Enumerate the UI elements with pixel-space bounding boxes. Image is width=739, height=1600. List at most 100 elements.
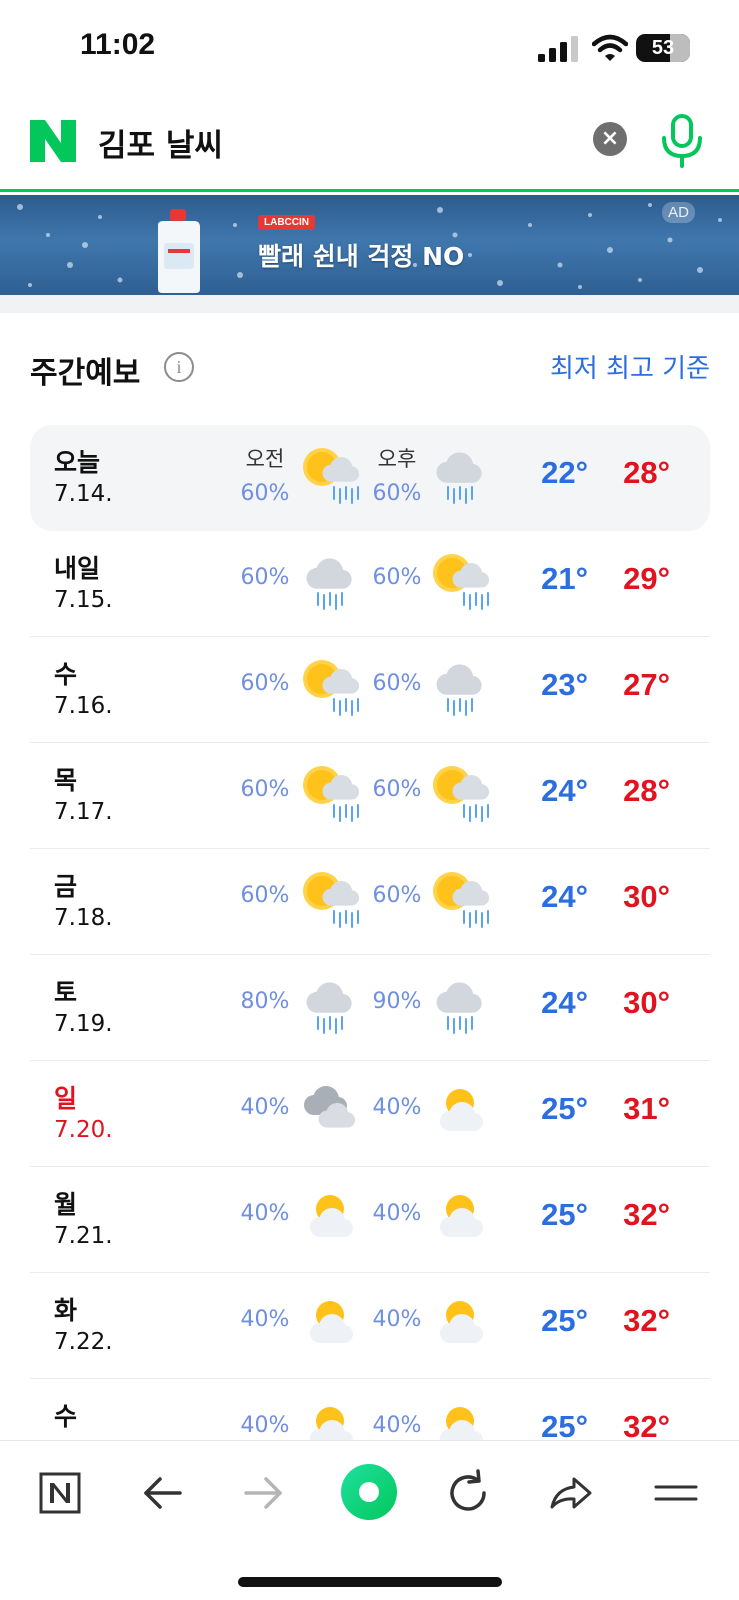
weekly-forecast-header: 주간예보 i 최저 최고 기준 [30, 340, 710, 396]
low-temp: 25° [541, 1303, 588, 1338]
pm-precip-chance: 60% [372, 883, 422, 908]
forecast-day: 목 [54, 766, 78, 795]
am-precip-chance: 60% [240, 883, 290, 908]
forecast-day: 월 [54, 1190, 78, 1219]
am-precip-chance: 40% [240, 1095, 290, 1120]
sun-rain-icon [303, 660, 360, 716]
sun-rain-icon [303, 872, 360, 928]
ad-headline: 빨래 쉰내 걱정 NO [258, 242, 465, 271]
ad-tag[interactable]: AD [662, 202, 695, 223]
forecast-row[interactable]: 월 7.21. 40% 40% 25° 32° [30, 1167, 710, 1273]
forecast-day: 오늘 [54, 448, 101, 477]
low-temp: 25° [541, 1197, 588, 1232]
sun-rain-icon [433, 554, 490, 610]
bottom-toolbar [0, 1440, 739, 1600]
battery-percent: 53 [651, 37, 675, 59]
am-precip-chance: 60% [240, 777, 290, 802]
forecast-row[interactable]: 내일 7.15. 60% 60% 21° 29° [30, 531, 710, 637]
low-temp: 23° [541, 667, 588, 702]
sun-rain-icon [433, 766, 490, 822]
share-icon[interactable] [542, 1465, 598, 1521]
forecast-row[interactable]: 화 7.22. 40% 40% 25° 32° [30, 1273, 710, 1379]
naver-home-icon[interactable] [32, 1465, 88, 1521]
high-temp: 32° [623, 1303, 670, 1338]
battery-indicator: 53 [636, 34, 690, 62]
high-temp: 28° [623, 455, 670, 490]
pm-label: 오후 [377, 447, 417, 471]
reload-icon[interactable] [440, 1465, 496, 1521]
sun-rain-icon [303, 766, 360, 822]
pm-precip-chance: 60% [372, 565, 422, 590]
pm-precip-chance: 40% [372, 1201, 422, 1226]
low-temp: 21° [541, 561, 588, 596]
pm-precip-chance: 40% [372, 1307, 422, 1332]
status-bar: 11:02 53 [0, 0, 739, 96]
am-precip-chance: 60% [240, 671, 290, 696]
low-temp: 22° [541, 455, 588, 490]
high-temp: 32° [623, 1197, 670, 1232]
partly-cloudy-icon [310, 1195, 353, 1237]
ad-banner[interactable]: LABCCIN 빨래 쉰내 걱정 NO AD [0, 195, 739, 295]
forecast-row[interactable]: 금 7.18. 60% 60% 24° 30° [30, 849, 710, 955]
low-temp: 24° [541, 985, 588, 1020]
search-query[interactable]: 김포 날씨 [98, 120, 223, 165]
forecast-row-today[interactable]: 오늘 7.14. 오전 오후 60% 60% 22° 28° [30, 425, 710, 531]
menu-icon[interactable] [648, 1465, 704, 1521]
forecast-day: 토 [54, 978, 78, 1007]
forecast-row[interactable]: 목 7.17. 60% 60% 24° 28° [30, 743, 710, 849]
ad-brand-badge: LABCCIN [258, 215, 315, 230]
clear-search-button[interactable]: × [593, 122, 627, 156]
status-time: 11:02 [80, 28, 156, 61]
low-temp: 24° [541, 879, 588, 914]
low-temp: 25° [541, 1091, 588, 1126]
forecast-day: 일 [54, 1084, 78, 1113]
forecast-row[interactable]: 일 7.20. 40% 40% 25° 31° [30, 1061, 710, 1167]
sun-rain-icon [433, 872, 490, 928]
rain-icon [306, 982, 352, 1034]
am-precip-chance: 80% [240, 989, 290, 1014]
forecast-date: 7.22. [54, 1329, 113, 1355]
forecast-date: 7.18. [54, 905, 113, 931]
forecast-date: 7.14. [54, 481, 113, 507]
am-precip-chance: 40% [240, 1307, 290, 1332]
cellular-signal-icon [538, 36, 578, 62]
microphone-icon[interactable] [660, 114, 704, 168]
section-title: 주간예보 [30, 356, 141, 391]
forecast-day: 수 [54, 660, 78, 689]
section-divider [0, 295, 739, 313]
forecast-day: 금 [54, 872, 78, 901]
pm-precip-chance: 60% [372, 777, 422, 802]
back-arrow-icon[interactable] [134, 1465, 190, 1521]
pm-precip-chance: 40% [372, 1095, 422, 1120]
green-dot-icon[interactable] [338, 1461, 400, 1523]
forecast-row[interactable]: 토 7.19. 80% 90% 24° 30° [30, 955, 710, 1061]
info-icon[interactable]: i [164, 352, 194, 382]
am-precip-chance: 60% [240, 565, 290, 590]
pm-precip-chance: 60% [372, 481, 422, 506]
forecast-date: 7.17. [54, 799, 113, 825]
cloudy-icon [304, 1086, 356, 1128]
home-indicator [238, 1577, 502, 1587]
high-temp: 31° [623, 1091, 670, 1126]
forward-arrow-icon [244, 1477, 282, 1509]
high-temp: 30° [623, 879, 670, 914]
forecast-row[interactable]: 수 7.16. 60% 60% 23° 27° [30, 637, 710, 743]
am-precip-chance: 60% [240, 481, 290, 506]
search-bar: 김포 날씨 × [0, 96, 739, 192]
temperature-basis-link[interactable]: 최저 최고 기준 [550, 348, 710, 385]
forecast-date: 7.21. [54, 1223, 113, 1249]
rain-icon [436, 452, 482, 504]
forecast-day: 수 [54, 1402, 78, 1431]
naver-logo-icon[interactable] [30, 120, 76, 162]
partly-cloudy-icon [440, 1301, 483, 1343]
am-precip-chance: 40% [240, 1413, 290, 1438]
high-temp: 27° [623, 667, 670, 702]
forecast-date: 7.20. [54, 1117, 113, 1143]
rain-icon [436, 982, 482, 1034]
high-temp: 30° [623, 985, 670, 1020]
rain-icon [436, 664, 482, 716]
pm-precip-chance: 40% [372, 1413, 422, 1438]
forecast-day: 화 [54, 1296, 78, 1325]
weekly-forecast-list: 오늘 7.14. 오전 오후 60% 60% 22° 28° 내일 7.15. 60% 60% 21° 2… [30, 425, 710, 1485]
am-precip-chance: 40% [240, 1201, 290, 1226]
